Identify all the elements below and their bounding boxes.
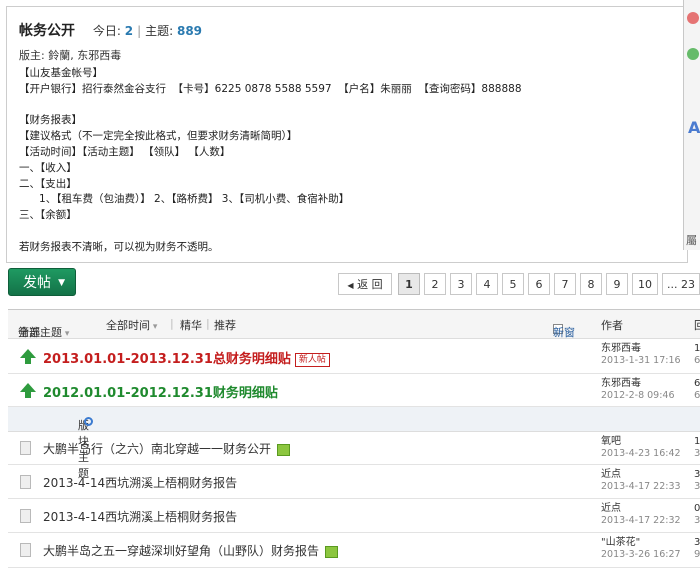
page-1[interactable]: 1 <box>398 273 420 295</box>
page-10[interactable]: 10 <box>632 273 658 295</box>
image-attachment-icon <box>325 545 339 558</box>
topics-count: 889 <box>176 24 203 38</box>
filter-digest[interactable]: 精华 <box>180 317 202 333</box>
thread-author: 东邪西毒 2012-2-8 09:46 <box>601 378 675 401</box>
thread-author: 东邪西毒 2013-1-31 17:16 <box>601 343 681 366</box>
thread-title[interactable]: 大鹏半岛行（之六）南北穿越一一财务公开 <box>43 440 291 457</box>
page-8[interactable]: 8 <box>580 273 602 295</box>
document-icon <box>20 509 31 523</box>
today-count: 2 <box>124 24 134 38</box>
thread-author: 近点 2013-4-17 22:33 <box>601 469 681 492</box>
thread-stats: 16 <box>694 343 700 366</box>
document-icon <box>20 543 31 557</box>
new-post-button[interactable]: 发帖 ▼ <box>8 268 76 296</box>
side-widget: A 屬 <box>683 0 700 250</box>
new-user-badge: 新人帖 <box>294 352 330 367</box>
page-3[interactable]: 3 <box>450 273 472 295</box>
page-7[interactable]: 7 <box>554 273 576 295</box>
image-attachment-icon <box>277 443 291 456</box>
forum-rules-text: 【山友基金帐号】 【开户银行】招行泰然金谷支行 【卡号】6225 0878 55… <box>19 67 522 253</box>
moderators: 版主: 鈴蘭, 东邪西毒 <box>19 49 122 62</box>
today-stat: 今日: 2 <box>92 24 134 38</box>
thread-title[interactable]: 2013-4-14西坑溯溪上梧桐财务报告 <box>43 474 237 491</box>
table-row[interactable]: 2013-4-14西坑溯溪上梧桐财务报告 近点 2013-4-17 22:33 3… <box>8 465 700 499</box>
chevron-down-icon: ▼ <box>58 278 65 288</box>
sticky-up-icon <box>20 383 36 398</box>
text-size-icon[interactable]: A <box>688 118 700 137</box>
page-9[interactable]: 9 <box>606 273 628 295</box>
thread-stats: 39 <box>694 537 700 560</box>
topics-stat: 主题: 889 <box>145 24 203 38</box>
sticky-row[interactable]: 2013.01.01-2013.12.31总财务明细贴 新人帖 东邪西毒 2013-… <box>8 339 700 374</box>
thread-title[interactable]: 2013-4-14西坑溯溪上梧桐财务报告 <box>43 508 237 525</box>
thread-stats: 03 <box>694 503 700 526</box>
page-last[interactable]: ... 23 <box>662 273 700 295</box>
refresh-icon[interactable] <box>84 417 93 426</box>
thread-title[interactable]: 大鹏半岛之五一穿越深圳好望角（山野队）财务报告 <box>43 542 339 559</box>
document-icon <box>20 441 31 455</box>
filter-bar: 筛选: 全部主题 全部时间 | 精华 | 推荐 新窗 作者 回 <box>8 310 700 339</box>
thread-author: 氧吧 2013-4-23 16:42 <box>601 436 681 459</box>
forum-title: 帐务公开 <box>19 23 75 39</box>
thread-author: 近点 2013-4-17 22:32 <box>601 503 681 526</box>
back-button[interactable]: ◀ 返 回 <box>338 273 392 295</box>
close-icon[interactable] <box>687 12 699 24</box>
thread-author: "山茶花" 2013-3-26 16:27 <box>601 537 681 560</box>
table-row[interactable]: 大鹏半岛之五一穿越深圳好望角（山野队）财务报告 "山茶花" 2013-3-26 1… <box>8 533 700 568</box>
sticky-row[interactable]: 2012.01.01-2012.12.31财务明细贴 东邪西毒 2012-2-8 … <box>8 374 700 407</box>
thread-title[interactable]: 2012.01.01-2012.12.31财务明细贴 <box>43 382 278 401</box>
section-header: 版块主题 <box>8 407 700 480</box>
page-5[interactable]: 5 <box>502 273 524 295</box>
document-icon <box>20 475 31 489</box>
forum-info-box: 帐务公开 今日: 2 | 主题: 889 版主: 鈴蘭, 东邪西毒 【山友基金帐号】… <box>6 6 688 263</box>
author-column: 作者 <box>601 319 623 332</box>
page-4[interactable]: 4 <box>476 273 498 295</box>
arrow-left-icon: ◀ <box>347 281 354 290</box>
page-2[interactable]: 2 <box>424 273 446 295</box>
table-row[interactable]: 2013-4-14西坑溯溪上梧桐财务报告 近点 2013-4-17 22:32 0… <box>8 499 700 533</box>
table-row[interactable]: 大鹏半岛行（之六）南北穿越一一财务公开 氧吧 2013-4-23 16:42 13 <box>8 432 700 465</box>
filter-recommend[interactable]: 推荐 <box>214 317 236 333</box>
reply-column: 回 <box>694 319 700 332</box>
page-6[interactable]: 6 <box>528 273 550 295</box>
sticky-up-icon <box>20 349 36 364</box>
thread-stats: 13 <box>694 436 700 459</box>
forum-header: 帐务公开 今日: 2 | 主题: 889 <box>19 23 203 39</box>
thread-list: 筛选: 全部主题 全部时间 | 精华 | 推荐 新窗 作者 回 2013.01.… <box>8 309 700 568</box>
thread-title[interactable]: 2013.01.01-2013.12.31总财务明细贴 新人帖 <box>43 348 330 367</box>
filter-time[interactable]: 全部时间 <box>106 317 157 333</box>
thread-stats: 66 <box>694 378 700 401</box>
side-widget-label: 屬 <box>686 234 697 247</box>
check-icon[interactable] <box>687 48 699 60</box>
thread-stats: 33 <box>694 469 700 492</box>
